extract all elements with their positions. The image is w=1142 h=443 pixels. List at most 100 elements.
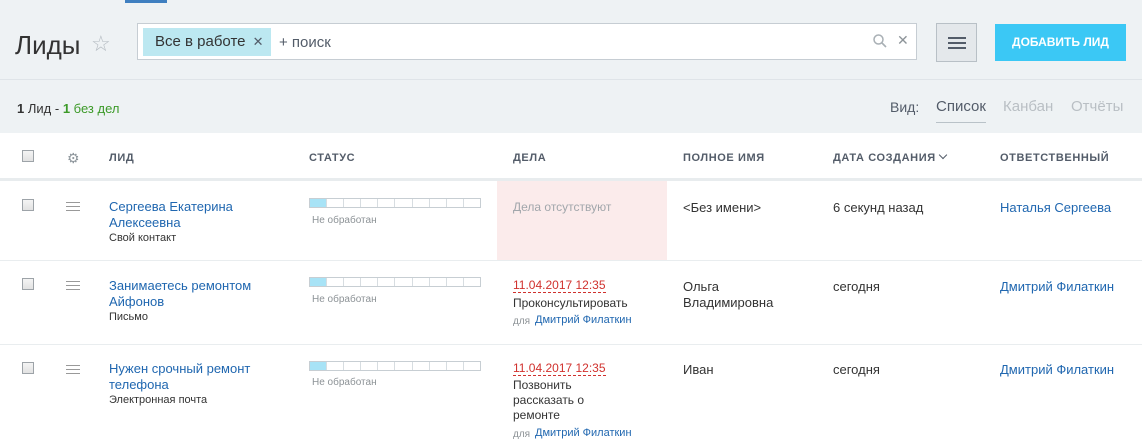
status-stage[interactable] [310, 199, 328, 207]
status-stage[interactable] [447, 199, 464, 207]
created-date: сегодня [833, 362, 880, 377]
status-stage[interactable] [327, 278, 345, 286]
deal-owner-link[interactable]: Дмитрий Филаткин [535, 427, 632, 439]
status-progress-bar[interactable] [309, 198, 481, 208]
drag-handle-icon[interactable] [66, 281, 80, 290]
responsible-link[interactable]: Дмитрий Филаткин [1000, 279, 1114, 295]
status-stage[interactable] [464, 199, 480, 207]
deal-title-line: ремонте [513, 408, 560, 422]
status-stage[interactable] [395, 199, 413, 207]
search-bar[interactable]: Все в работе ✕ ✕ [137, 23, 917, 60]
deal-title[interactable]: Позвонить рассказать о ремонте [513, 378, 643, 423]
status-stage[interactable] [378, 362, 396, 370]
lead-title-line: Занимаетесь ремонтом [109, 278, 252, 293]
status-stage[interactable] [310, 278, 328, 286]
full-name: Иван [683, 362, 714, 377]
deal-owner-link[interactable]: Дмитрий Филаткин [535, 314, 632, 326]
drag-handle-icon[interactable] [66, 365, 80, 374]
status-stage[interactable] [361, 199, 379, 207]
row-checkbox[interactable] [22, 278, 34, 290]
status-stage[interactable] [378, 278, 396, 286]
deal-title[interactable]: Проконсультировать [513, 296, 643, 311]
responsible-link[interactable]: Наталья Сергеева [1000, 200, 1111, 216]
row-separator [0, 344, 1142, 345]
status-stage[interactable] [430, 199, 447, 207]
responsible-link[interactable]: Дмитрий Филаткин [1000, 362, 1114, 378]
status-stage[interactable] [361, 278, 379, 286]
select-all-checkbox[interactable] [22, 150, 34, 162]
row-checkbox[interactable] [22, 199, 34, 211]
clear-search-icon[interactable]: ✕ [897, 32, 909, 49]
lead-source: Электронная почта [109, 394, 208, 406]
view-tab-kanban[interactable]: Канбан [1003, 98, 1053, 122]
deal-title-line: Позвонить [513, 378, 572, 392]
column-header-deals[interactable]: ДЕЛА [513, 152, 546, 164]
close-icon[interactable]: ✕ [253, 28, 264, 56]
add-lead-button[interactable]: ДОБАВИТЬ ЛИД [995, 24, 1126, 61]
gear-icon[interactable]: ⚙ [67, 150, 80, 167]
deal-for-label: для [513, 316, 531, 327]
column-header-lead[interactable]: ЛИД [109, 152, 134, 164]
lead-title-line: Нужен срочный ремонт [109, 361, 251, 376]
header-divider [0, 79, 1142, 80]
status-stage[interactable] [310, 362, 328, 370]
lead-title-link[interactable]: Нужен срочный ремонт телефона [109, 361, 250, 393]
status-stage[interactable] [464, 362, 480, 370]
status-stage[interactable] [413, 362, 430, 370]
no-deals-cell [497, 181, 667, 260]
full-name: <Без имени> [683, 200, 762, 215]
column-header-status[interactable]: СТАТУС [309, 152, 355, 164]
row-checkbox[interactable] [22, 362, 34, 374]
status-stage[interactable] [327, 362, 345, 370]
status-label: Не обработан [312, 215, 377, 226]
page-title: Лиды [15, 30, 81, 60]
lead-title-link[interactable]: Занимаетесь ремонтом Айфонов [109, 278, 251, 310]
status-stage[interactable] [344, 362, 362, 370]
star-icon[interactable]: ☆ [91, 31, 111, 57]
column-header-created-label: ДАТА СОЗДАНИЯ [833, 152, 936, 164]
view-tab-reports[interactable]: Отчёты [1071, 98, 1123, 122]
lead-counter: 1 Лид - 1 без дел [17, 101, 119, 116]
leads-grid: ⚙ ЛИД СТАТУС ДЕЛА ПОЛНОЕ ИМЯ ДАТА СОЗДАН… [0, 133, 1142, 443]
list-settings-button[interactable] [936, 23, 977, 62]
status-stage[interactable] [430, 278, 447, 286]
created-date: 6 секунд назад [833, 200, 924, 215]
lead-title-line: Сергеева Екатерина [109, 199, 233, 214]
status-stage[interactable] [395, 362, 413, 370]
search-icon[interactable] [873, 34, 887, 48]
status-stage[interactable] [344, 199, 362, 207]
status-stage[interactable] [430, 362, 447, 370]
status-stage[interactable] [413, 278, 430, 286]
lead-title-link[interactable]: Сергеева Екатерина Алексеевна [109, 199, 233, 231]
deal-for-label: для [513, 429, 531, 440]
status-stage[interactable] [413, 199, 430, 207]
status-progress-bar[interactable] [309, 361, 481, 371]
no-deals-label[interactable]: без дел [74, 101, 120, 116]
lead-title-line: Айфонов [109, 294, 165, 309]
page-header: Лиды ☆ Все в работе ✕ ✕ ДОБАВИТЬ ЛИД [0, 0, 1142, 80]
column-header-responsible[interactable]: ОТВЕТСТВЕННЫЙ [1000, 152, 1109, 164]
search-input[interactable] [279, 32, 859, 52]
deal-deadline[interactable]: 11.04.2017 12:35 [513, 361, 606, 376]
status-stage[interactable] [447, 362, 464, 370]
deal-title-line: рассказать о [513, 393, 585, 407]
drag-handle-icon[interactable] [66, 202, 80, 211]
status-progress-bar[interactable] [309, 277, 481, 287]
no-deals-count: 1 [62, 101, 71, 116]
status-stage[interactable] [378, 199, 396, 207]
view-label: Вид: [890, 99, 920, 115]
column-header-full-name[interactable]: ПОЛНОЕ ИМЯ [683, 152, 765, 164]
status-stage[interactable] [395, 278, 413, 286]
column-header-created[interactable]: ДАТА СОЗДАНИЯ [833, 150, 947, 164]
deals-empty-text: Дела отсутствуют [513, 200, 612, 214]
status-stage[interactable] [464, 278, 480, 286]
status-stage[interactable] [344, 278, 362, 286]
view-tab-list[interactable]: Список [936, 98, 986, 123]
deal-deadline[interactable]: 11.04.2017 12:35 [513, 278, 606, 293]
menu-icon [948, 37, 966, 39]
status-stage[interactable] [327, 199, 345, 207]
filter-tag[interactable]: Все в работе ✕ [143, 28, 272, 56]
status-stage[interactable] [361, 362, 379, 370]
status-stage[interactable] [447, 278, 464, 286]
lead-count-label: Лид - [27, 101, 60, 116]
